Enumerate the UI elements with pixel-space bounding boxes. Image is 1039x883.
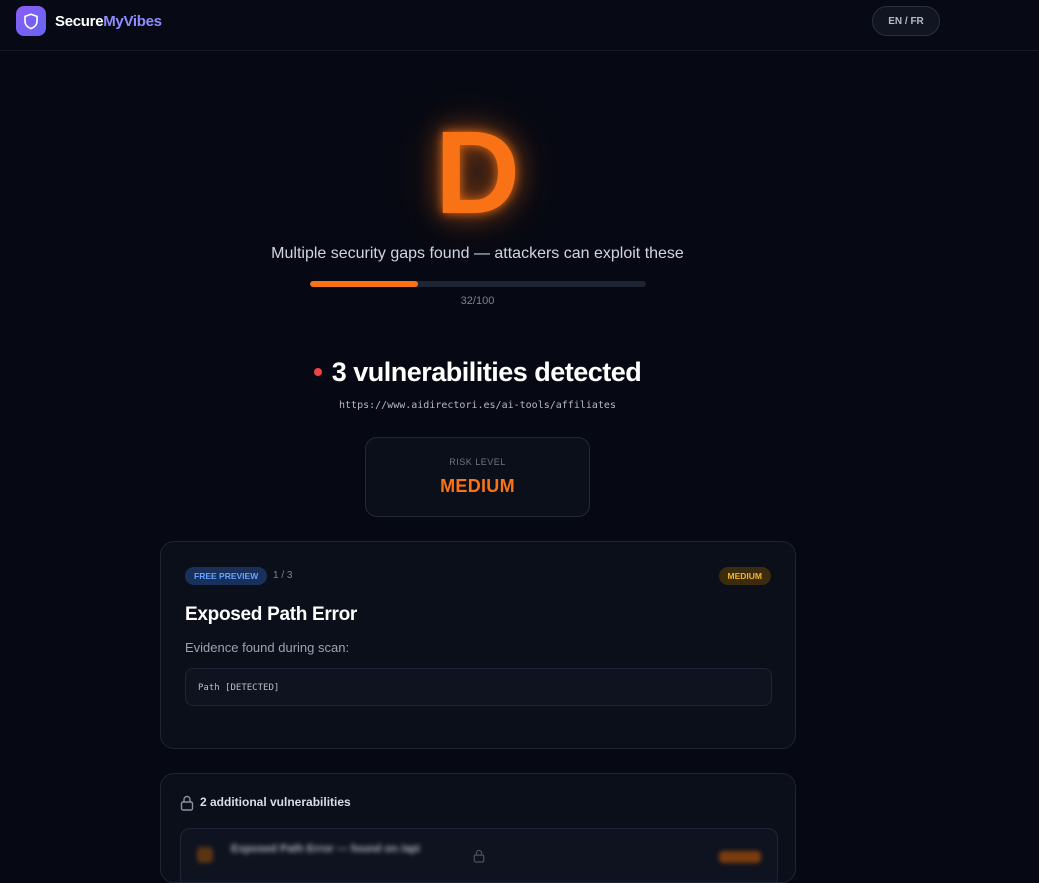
grade-message: Multiple security gaps found — attackers…: [271, 245, 684, 262]
risk-level-value: MEDIUM: [440, 476, 515, 496]
risk-level-label: RISK LEVEL: [449, 457, 506, 467]
free-preview-badge: FREE PREVIEW: [185, 567, 268, 585]
lock-icon: [180, 795, 194, 811]
evidence-label: Evidence found during scan:: [185, 640, 350, 655]
vulnerability-count-title: 3 vulnerabilities detected: [331, 357, 642, 387]
shield-icon: [24, 12, 38, 29]
scanned-url: https://www.aidirectori.es/ai-tools/affi…: [339, 400, 616, 411]
top-navbar: SecureMyVibes EN / FR: [0, 0, 1039, 51]
brand-name-part2: MyVibes: [103, 13, 162, 30]
brand-name-part1: Secure: [55, 13, 104, 30]
alert-dot-icon: [313, 368, 322, 376]
blurred-severity-badge: [719, 851, 761, 863]
severity-badge: MEDIUM: [718, 567, 771, 585]
small-lock-icon: [473, 849, 485, 863]
vulnerability-title: Exposed Path Error: [185, 604, 357, 625]
blurred-vulnerability-text: Exposed Path Error — found on /api: [231, 843, 420, 855]
brand-name[interactable]: SecureMyVibes: [55, 12, 162, 32]
score-progress-bar: [310, 281, 646, 287]
score-progress-fill: [310, 281, 418, 287]
evidence-code-block: Path [DETECTED]: [185, 668, 772, 706]
logo[interactable]: [16, 6, 46, 36]
locked-vulnerabilities-card[interactable]: 2 additional vulnerabilities Exposed Pat…: [160, 773, 796, 883]
risk-level-card: RISK LEVEL MEDIUM: [365, 437, 590, 517]
locked-vulnerabilities-title: 2 additional vulnerabilities: [200, 795, 351, 809]
security-grade: D: [434, 107, 521, 239]
vulnerability-summary: 3 vulnerabilities detected: [0, 354, 955, 390]
blurred-severity-icon: [197, 847, 213, 863]
vulnerability-preview-card: FREE PREVIEW 1 / 3 MEDIUM Exposed Path E…: [160, 541, 796, 749]
score-text: 32/100: [460, 295, 495, 307]
language-toggle-button[interactable]: EN / FR: [872, 6, 940, 36]
vulnerability-counter: 1 / 3: [273, 570, 293, 581]
locked-vulnerability-item[interactable]: Exposed Path Error — found on /api: [180, 828, 778, 882]
